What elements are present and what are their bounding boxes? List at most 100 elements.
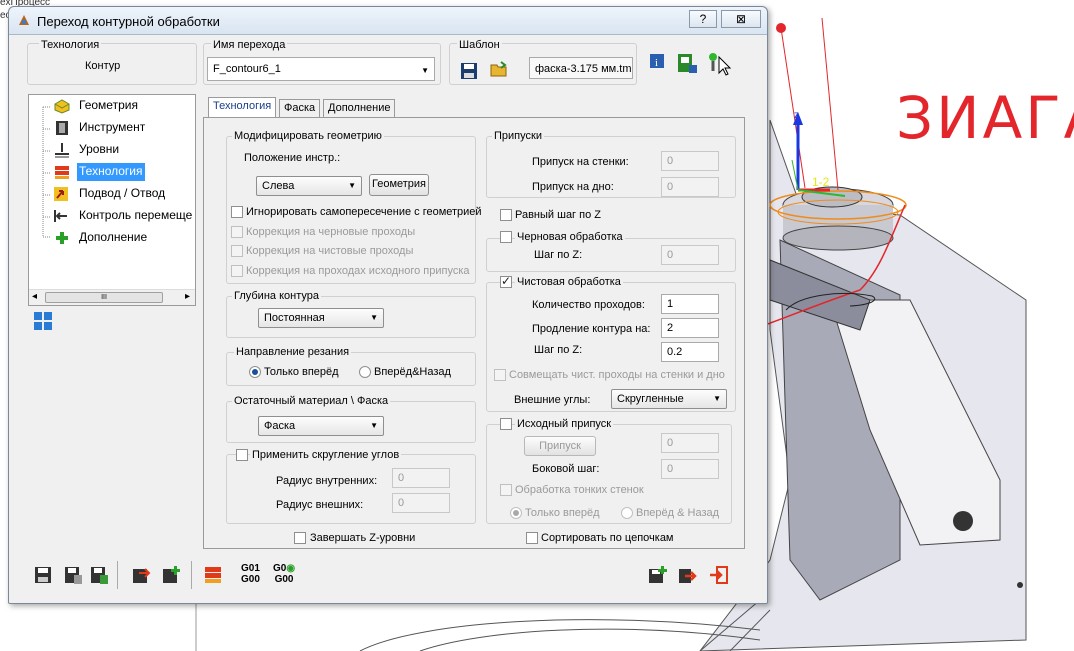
contour-depth-select[interactable]: Постоянная ▼ [258,308,384,328]
contour-depth-title: Глубина контура [232,290,321,302]
thin-walls-checkbox[interactable] [500,484,512,496]
svg-text:i: i [655,57,658,69]
save-icon[interactable] [33,565,53,585]
tree-item-levels[interactable]: Уровни [77,141,121,159]
add-operation-icon[interactable] [161,565,181,585]
technology-label: Технология [39,39,102,51]
forward-only-radio[interactable] [249,366,261,378]
tree-item-motion-control[interactable]: Контроль перемеще [77,207,194,225]
forward-back-label: Вперёд&Назад [374,366,451,378]
side-step-label: Боковой шаг: [532,463,600,475]
even-z-step-checkbox[interactable] [500,209,512,221]
machine-icon[interactable] [675,51,699,75]
side-step-input[interactable]: 0 [661,459,719,479]
rough-correction-checkbox[interactable] [231,226,243,238]
even-z-step-label: Равный шаг по Z [515,209,601,221]
rough-z-step-input[interactable]: 0 [661,245,719,265]
name-label: Имя перехода [211,39,288,51]
g0-g00-button[interactable]: G0◉ G00 [273,563,295,585]
stock-correction-label: Коррекция на проходах исходного припуска [246,265,470,277]
forward-back-radio[interactable] [359,366,371,378]
save-calc-icon[interactable] [89,565,109,585]
residual-material-title: Остаточный материал \ Фаска [232,395,391,407]
info-icon[interactable]: i [649,53,665,69]
exit-icon[interactable] [709,565,729,585]
outer-corners-select[interactable]: Скругленные ▼ [611,389,727,409]
title-bar[interactable]: Переход контурной обработки ? ⊠ [9,7,767,35]
help-button[interactable]: ? [689,10,717,28]
floor-allowance-input[interactable]: 0 [661,177,719,197]
tree-item-geometry[interactable]: Геометрия [77,97,140,115]
corner-rounding-title: Применить скругление углов [250,449,402,461]
save-add-icon[interactable] [647,565,667,585]
save-template-icon[interactable] [459,61,479,81]
finish-z-step-input[interactable]: 0.2 [661,342,719,362]
initial-stock-checkbox[interactable] [500,418,512,430]
tool-icon [56,121,68,135]
combine-finish-checkbox[interactable] [494,369,506,381]
g0-label: G0 [273,563,287,574]
rough-title: Черновая обработка [515,231,625,243]
ignore-self-intersection-checkbox[interactable] [231,206,243,218]
stock-both-radio[interactable] [621,507,633,519]
residual-material-select[interactable]: Фаска ▼ [258,416,384,436]
stock-value-input[interactable]: 0 [661,433,719,453]
layout-tiles-icon[interactable] [33,311,53,331]
rough-checkbox[interactable] [500,231,512,243]
scroll-right-icon[interactable]: ▸ [185,291,190,302]
save-next-icon[interactable] [677,565,697,585]
tree-scrollbar[interactable]: ◂ III ▸ [29,289,195,305]
name-input[interactable]: F_contour6_1 ▼ [207,57,435,81]
contour-extend-input[interactable]: 2 [661,318,719,338]
name-input-value: F_contour6_1 [213,63,281,75]
g00-label: G00 [241,574,260,585]
pass-count-label: Количество проходов: [532,299,645,311]
finish-z-levels-checkbox[interactable] [294,532,306,544]
close-button[interactable]: ⊠ [721,10,761,28]
axis-label-z: z [794,110,799,121]
levels-icon [55,143,69,158]
tree-item-tool[interactable]: Инструмент [77,119,147,137]
tree-item-approach[interactable]: Подвод / Отвод [77,185,167,203]
toolbar-divider [117,561,118,589]
inner-radius-input[interactable]: 0 [392,468,450,488]
tab-addition[interactable]: Дополнение [323,99,396,117]
chevron-down-icon: ▼ [370,313,378,322]
tab-technology[interactable]: Технология [208,97,277,118]
template-input[interactable]: фаска-3.175 мм.tmp [529,57,633,79]
technology-value: Контур [85,60,121,72]
tool-position-select[interactable]: Слева ▼ [256,176,362,196]
navigation-tree[interactable]: Геометрия Инструмент Уровни Технология П… [28,94,196,306]
chevron-down-icon: ▼ [713,394,721,403]
tree-item-addition[interactable]: Дополнение [77,229,149,247]
save-all-icon[interactable] [63,565,83,585]
finish-checkbox[interactable] [500,274,512,288]
tree-item-technology[interactable]: Технология [77,163,145,181]
cut-direction-title: Направление резания [234,346,352,358]
finish-correction-checkbox[interactable] [231,245,243,257]
open-template-icon[interactable] [489,59,509,79]
wall-allowance-input[interactable]: 0 [661,151,719,171]
technology-stack-icon[interactable] [203,565,223,585]
export-icon[interactable] [131,565,151,585]
stock-correction-checkbox[interactable] [231,265,243,277]
sort-chains-checkbox[interactable] [526,532,538,544]
pass-count-input[interactable]: 1 [661,294,719,314]
residual-material-value: Фаска [264,420,296,432]
corner-rounding-checkbox[interactable] [236,449,248,461]
g01-label: G01 [241,563,260,574]
g01-g00-button[interactable]: G01 G00 [241,563,260,585]
stock-button[interactable]: Припуск [524,436,596,456]
stock-forward-radio[interactable] [510,507,522,519]
scroll-thumb[interactable]: III [45,292,163,303]
tab-chamfer[interactable]: Фаска [279,99,321,117]
g0-label-row: G0◉ [273,563,295,574]
outer-radius-input[interactable]: 0 [392,493,450,513]
pick-pointer-icon[interactable] [707,51,733,77]
handwritten-annotation: ЗИАГА [896,84,1074,152]
geometry-button[interactable]: Геометрия [369,174,429,196]
approach-icon [54,187,68,201]
chevron-down-icon[interactable]: ▼ [421,64,429,78]
scroll-left-icon[interactable]: ◂ [32,291,37,302]
g00b-label: G00 [274,574,294,585]
